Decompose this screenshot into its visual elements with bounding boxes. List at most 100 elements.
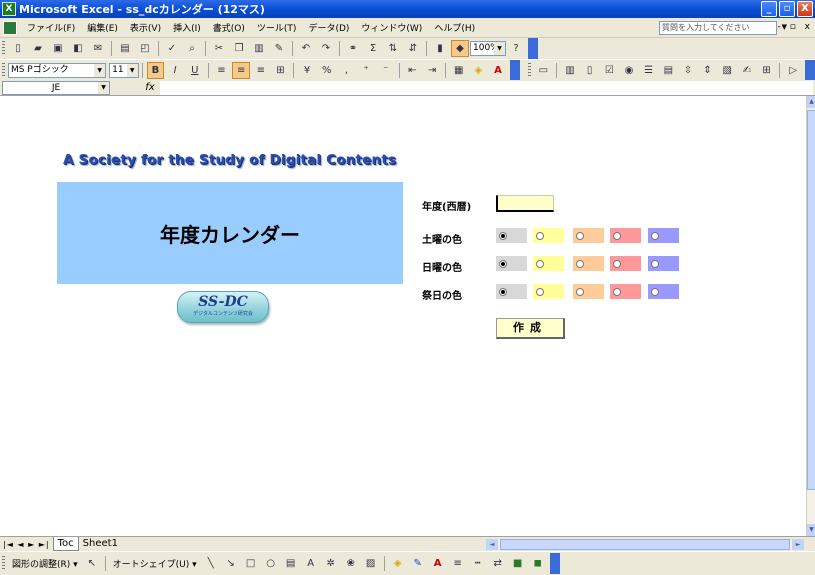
font-color-icon[interactable]: A (489, 62, 507, 79)
open-icon[interactable]: ▰ (29, 40, 47, 57)
color-option-swatch[interactable] (533, 284, 564, 299)
font-select[interactable]: MS Pゴシック ▼ (7, 62, 107, 78)
excel-icon[interactable]: X (2, 2, 16, 16)
diagram-icon[interactable]: ✲ (322, 555, 340, 572)
increase-indent-icon[interactable]: ⇥ (423, 62, 441, 79)
form-grid-icon[interactable]: ⊞ (758, 62, 776, 79)
color-option-swatch[interactable] (533, 256, 564, 271)
save-icon[interactable]: ▣ (49, 40, 67, 57)
form-code-icon[interactable]: ✍ (738, 62, 756, 79)
color-option-swatch[interactable] (648, 256, 679, 271)
align-center-icon[interactable]: ≡ (232, 61, 250, 79)
dash-style-icon[interactable]: ┅ (469, 555, 487, 572)
draw-menu-button[interactable]: 図形の調整(R) ▾ (12, 557, 78, 570)
print-preview-icon[interactable]: ◰ (136, 40, 154, 57)
help-icon[interactable]: ? (507, 40, 525, 57)
tab-sheet1[interactable]: Sheet1 (79, 537, 122, 551)
form-label-icon[interactable]: ▭ (535, 62, 553, 79)
fill-color-icon[interactable]: ◈ (389, 555, 407, 572)
menu-insert[interactable]: 挿入(I) (167, 21, 207, 34)
form-scrollbar-icon[interactable]: ⇳ (679, 62, 697, 79)
borders-icon[interactable]: ▦ (450, 62, 468, 79)
workbook-window-controls[interactable]: - ▫ x (778, 22, 813, 32)
color-option-swatch[interactable] (648, 284, 679, 299)
color-radio-button[interactable] (536, 259, 544, 268)
bold-button[interactable]: B (146, 61, 165, 79)
toolbar-grip[interactable] (2, 62, 5, 78)
color-radio-button[interactable] (651, 259, 659, 268)
picture-icon[interactable]: ▨ (362, 555, 380, 572)
align-right-icon[interactable]: ≡ (252, 62, 270, 79)
restore-button[interactable]: ▫ (779, 1, 795, 17)
vertical-scrollbar[interactable]: ▲ ▼ (806, 96, 815, 536)
scroll-up-icon[interactable]: ▲ (807, 96, 815, 108)
color-radio-button[interactable] (613, 259, 621, 268)
wordart-icon[interactable]: A (302, 555, 320, 572)
comma-icon[interactable]: , (338, 62, 356, 79)
research-icon[interactable]: ⌕ (183, 40, 201, 57)
scroll-down-icon[interactable]: ▼ (807, 524, 815, 536)
form-spinner-icon[interactable]: ⇕ (699, 62, 717, 79)
color-radio-button[interactable] (576, 287, 584, 296)
color-option-swatch[interactable] (610, 284, 641, 299)
line-color-icon[interactable]: ✎ (409, 555, 427, 572)
toolbar-grip[interactable] (527, 62, 531, 78)
chevron-down-icon[interactable]: ▼ (494, 42, 505, 55)
color-option-swatch[interactable] (610, 228, 641, 243)
spelling-icon[interactable]: ✓ (163, 40, 181, 57)
scroll-right-icon[interactable]: ► (792, 539, 804, 550)
3d-icon[interactable]: ◼ (529, 555, 547, 572)
color-option-swatch[interactable] (573, 228, 604, 243)
menu-view[interactable]: 表示(V) (124, 21, 167, 34)
horizontal-scrollbar[interactable]: ◄ ► (486, 539, 804, 550)
scroll-thumb[interactable] (807, 110, 815, 490)
shadow-icon[interactable]: ■ (509, 555, 527, 572)
color-option-swatch[interactable] (496, 284, 527, 299)
color-radio-button[interactable] (499, 287, 507, 296)
chart-wizard-icon[interactable]: ▮ (431, 40, 449, 57)
menu-format[interactable]: 書式(O) (207, 21, 251, 34)
color-radio-button[interactable] (536, 287, 544, 296)
font-size-select[interactable]: 11 ▼ (109, 62, 139, 78)
fill-color-icon[interactable]: ◈ (470, 62, 488, 79)
zoom-select[interactable]: 100% ▼ (470, 41, 506, 56)
permission-icon[interactable]: ◧ (69, 40, 87, 57)
print-icon[interactable]: ▤ (116, 40, 134, 57)
color-radio-button[interactable] (576, 231, 584, 240)
toolbar-options-icon[interactable] (509, 59, 520, 81)
hyperlink-icon[interactable]: ⚭ (344, 40, 362, 57)
scroll-thumb[interactable] (500, 539, 790, 550)
rectangle-icon[interactable]: □ (242, 555, 260, 572)
color-radio-button[interactable] (576, 259, 584, 268)
create-button[interactable]: 作成 (496, 318, 565, 339)
cut-icon[interactable]: ✂ (210, 40, 228, 57)
copy-icon[interactable]: ❐ (230, 40, 248, 57)
chevron-down-icon[interactable]: ▼ (126, 63, 138, 77)
drawing-icon[interactable]: ◆ (451, 40, 469, 57)
line-icon[interactable]: ╲ (202, 555, 220, 572)
color-option-swatch[interactable] (573, 284, 604, 299)
form-run-icon[interactable]: ▷ (784, 62, 802, 79)
chevron-down-icon[interactable]: ▼ (98, 81, 109, 94)
decrease-indent-icon[interactable]: ⇤ (404, 62, 422, 79)
arrow-style-icon[interactable]: ⇄ (489, 555, 507, 572)
year-input[interactable] (496, 195, 554, 212)
oval-icon[interactable]: ○ (262, 555, 280, 572)
tab-toc[interactable]: Toc (52, 537, 79, 551)
form-checkbox-icon[interactable]: ☑ (601, 62, 619, 79)
formula-input[interactable] (160, 80, 813, 95)
color-radio-button[interactable] (613, 287, 621, 296)
toolbar-grip[interactable] (2, 556, 5, 571)
decrease-decimal-icon[interactable]: ⁻ (377, 62, 395, 79)
close-button[interactable]: X (797, 1, 813, 17)
arrow-icon[interactable]: ↘ (222, 555, 240, 572)
minimize-button[interactable]: _ (761, 1, 777, 17)
color-option-swatch[interactable] (496, 228, 527, 243)
undo-icon[interactable]: ↶ (297, 40, 315, 57)
textbox-icon[interactable]: ▤ (282, 555, 300, 572)
toolbar-options-icon[interactable] (528, 38, 538, 59)
paste-icon[interactable]: ▥ (250, 40, 268, 57)
sort-ascending-icon[interactable]: ⇅ (384, 40, 402, 57)
email-icon[interactable]: ✉ (89, 40, 107, 57)
percent-icon[interactable]: % (318, 62, 336, 79)
